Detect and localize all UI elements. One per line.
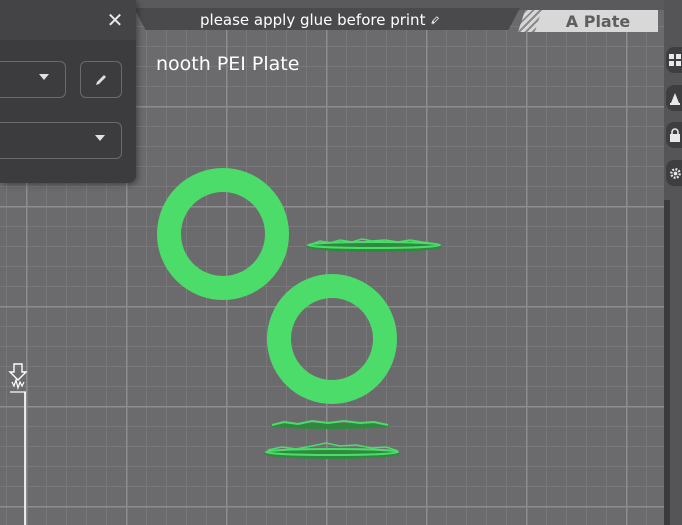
auto-orient-icon[interactable] [666, 85, 682, 111]
plate-settings-panel: ✕ [0, 0, 136, 183]
plate-type-dropdown[interactable] [0, 61, 66, 98]
chevron-down-icon[interactable] [94, 134, 106, 142]
ring-object-1[interactable] [157, 168, 289, 300]
right-toolbar-edge [664, 200, 670, 525]
flat-ring-object-3[interactable] [306, 238, 442, 252]
flat-ring-object-5[interactable] [264, 442, 400, 459]
layer-slider-track[interactable] [24, 392, 26, 525]
grid-arrange-icon[interactable] [666, 47, 682, 73]
close-icon[interactable]: ✕ [104, 9, 126, 31]
lock-icon[interactable] [666, 122, 682, 148]
ring-object-2[interactable] [267, 274, 397, 404]
flat-ring-object-4[interactable] [270, 419, 390, 429]
pencil-icon [96, 74, 106, 85]
edit-button[interactable] [80, 61, 122, 98]
layer-slider-handle-icon[interactable] [8, 362, 28, 394]
settings-gear-icon[interactable] [666, 160, 682, 186]
chevron-down-icon[interactable] [38, 73, 50, 81]
